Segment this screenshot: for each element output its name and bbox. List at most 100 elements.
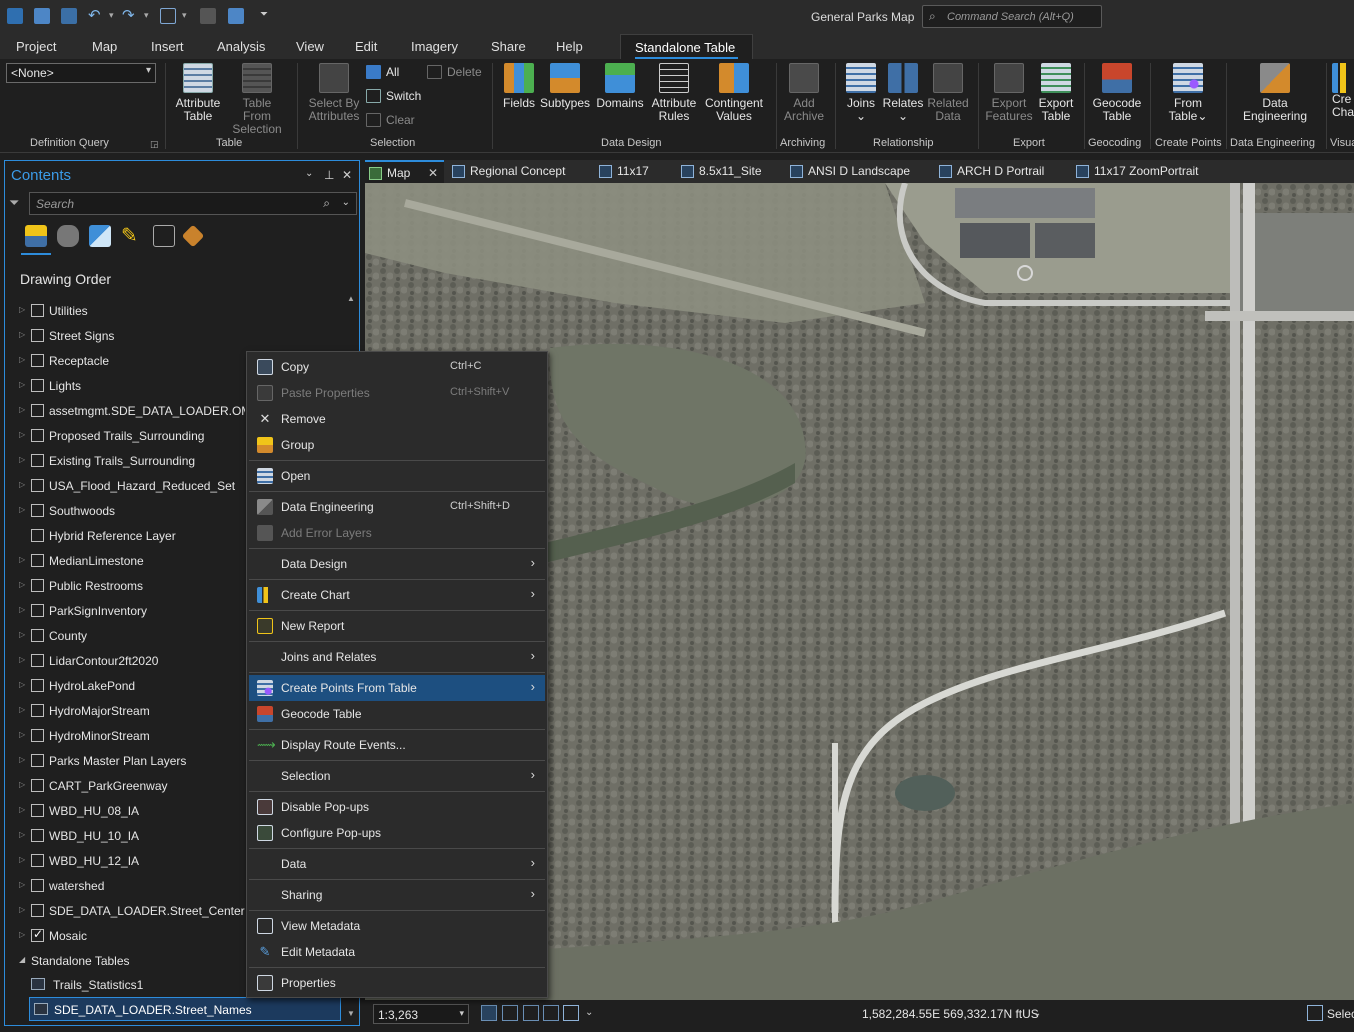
context-menu-item-configure-pop-ups[interactable]: Configure Pop-ups xyxy=(249,820,545,846)
layer-visibility-checkbox[interactable] xyxy=(31,604,44,617)
layer-visibility-checkbox[interactable] xyxy=(31,904,44,917)
layer-visibility-checkbox[interactable] xyxy=(31,579,44,592)
expand-icon[interactable]: ▷ xyxy=(19,380,25,389)
export-table-button[interactable]: Export Table xyxy=(1036,63,1076,123)
snapping-icon[interactable] xyxy=(523,1005,539,1021)
tab-map[interactable]: Map xyxy=(92,39,117,54)
layer-visibility-checkbox[interactable] xyxy=(31,504,44,517)
domains-button[interactable]: Domains xyxy=(594,63,646,110)
context-menu-item-joins-and-relates[interactable]: Joins and Relates › xyxy=(249,644,545,670)
subtypes-button[interactable]: Subtypes xyxy=(540,63,590,110)
relates-button[interactable]: Relates ⌄ xyxy=(882,63,924,123)
expand-icon[interactable]: ▷ xyxy=(19,480,25,489)
expand-icon[interactable]: ▷ xyxy=(19,705,25,714)
grid-icon[interactable] xyxy=(481,1005,497,1021)
view-tab-11x17[interactable]: 11x17 xyxy=(595,160,649,183)
layer-visibility-checkbox[interactable] xyxy=(31,379,44,392)
expand-icon[interactable]: ▷ xyxy=(19,505,25,514)
create-chart-button[interactable]: Cre Cha xyxy=(1332,63,1354,119)
layer-visibility-checkbox[interactable] xyxy=(31,854,44,867)
layer-visibility-checkbox[interactable] xyxy=(31,554,44,567)
context-menu-item-new-report[interactable]: New Report xyxy=(249,613,545,639)
context-menu-item-copy[interactable]: Copy Ctrl+C xyxy=(249,354,545,380)
chevron-down-icon[interactable]: ⌄ xyxy=(585,1007,593,1018)
layer-visibility-checkbox[interactable] xyxy=(31,329,44,342)
pin-icon[interactable]: ⊥ xyxy=(324,168,334,182)
expand-icon[interactable]: ▷ xyxy=(19,755,25,764)
tab-analysis[interactable]: Analysis xyxy=(217,39,265,54)
layer-visibility-checkbox[interactable] xyxy=(31,754,44,767)
expand-icon[interactable]: ▷ xyxy=(19,330,25,339)
save-icon[interactable] xyxy=(61,8,77,24)
list-by-drawing-order-icon[interactable] xyxy=(25,225,47,247)
select-all-button[interactable]: All xyxy=(366,63,399,81)
layer-visibility-checkbox[interactable] xyxy=(31,354,44,367)
tab-standalone-table[interactable]: Standalone Table xyxy=(620,34,753,59)
context-menu-item-view-metadata[interactable]: View Metadata xyxy=(249,913,545,939)
expand-icon[interactable]: ▷ xyxy=(19,855,25,864)
expand-icon[interactable]: ▷ xyxy=(19,805,25,814)
context-menu-item-open[interactable]: Open xyxy=(249,463,545,489)
view-tab-ansi-d-landscape[interactable]: ANSI D Landscape xyxy=(786,160,910,183)
data-engineering-button[interactable]: Data Engineering xyxy=(1240,63,1310,123)
project-icon[interactable] xyxy=(7,8,23,24)
close-icon[interactable]: ✕ xyxy=(428,162,438,185)
tab-help[interactable]: Help xyxy=(556,39,583,54)
table-icon[interactable] xyxy=(502,1005,518,1021)
context-menu-item-data-engineering[interactable]: Data Engineering Ctrl+Shift+D xyxy=(249,494,545,520)
chevron-down-icon[interactable]: ▾ xyxy=(144,10,160,26)
layer-visibility-checkbox[interactable] xyxy=(31,454,44,467)
tab-project[interactable]: Project xyxy=(16,39,56,54)
context-menu-item-remove[interactable]: ✕ Remove xyxy=(249,406,545,432)
layer-visibility-checkbox[interactable] xyxy=(31,829,44,842)
close-icon[interactable]: ✕ xyxy=(342,168,352,182)
expand-icon[interactable]: ▷ xyxy=(19,580,25,589)
list-by-source-icon[interactable] xyxy=(57,225,79,247)
definition-query-select[interactable]: <None> ▾ xyxy=(6,63,156,83)
layer-visibility-checkbox[interactable] xyxy=(31,679,44,692)
context-menu-item-paste-properties[interactable]: Paste Properties Ctrl+Shift+V xyxy=(249,380,545,406)
context-menu-item-create-chart[interactable]: Create Chart › xyxy=(249,582,545,608)
fields-button[interactable]: Fields xyxy=(500,63,538,110)
context-menu-item-edit-metadata[interactable]: ✎ Edit Metadata xyxy=(249,939,545,965)
scale-select[interactable]: 1:3,263 ▾ xyxy=(373,1004,469,1024)
standalone-table-item-selected[interactable]: SDE_DATA_LOADER.Street_Names xyxy=(29,997,341,1021)
context-menu-item-add-error-layers[interactable]: Add Error Layers xyxy=(249,520,545,546)
contents-search-input[interactable]: Search ⌕ ⌄ xyxy=(29,192,357,215)
expand-icon[interactable]: ▷ xyxy=(19,905,25,914)
pane-options-icon[interactable]: ⌄ xyxy=(305,168,313,179)
expand-icon[interactable]: ▷ xyxy=(19,405,25,414)
list-by-selection-icon[interactable] xyxy=(89,225,111,247)
context-menu-item-group[interactable]: Group xyxy=(249,432,545,458)
chevron-down-icon[interactable]: ▾ xyxy=(182,10,198,26)
undo-icon[interactable]: ↶ xyxy=(88,6,104,24)
expand-icon[interactable]: ▷ xyxy=(19,930,25,939)
new-map-icon[interactable] xyxy=(160,8,176,24)
tab-edit[interactable]: Edit xyxy=(355,39,377,54)
selection-icon[interactable] xyxy=(1307,1005,1323,1021)
expand-icon[interactable]: ▷ xyxy=(19,680,25,689)
switch-selection-button[interactable]: Switch xyxy=(366,87,421,105)
layer-visibility-checkbox[interactable] xyxy=(31,927,44,942)
layer-visibility-checkbox[interactable] xyxy=(31,404,44,417)
tab-imagery[interactable]: Imagery xyxy=(411,39,458,54)
layer-item[interactable]: ▷ Street Signs xyxy=(5,324,345,349)
view-tab-8-5x11-site[interactable]: 8.5x11_Site xyxy=(677,160,762,183)
expand-icon[interactable]: ▷ xyxy=(19,880,25,889)
context-menu-item-selection[interactable]: Selection › xyxy=(249,763,545,789)
context-menu-item-geocode-table[interactable]: Geocode Table xyxy=(249,701,545,727)
expand-icon[interactable]: ▷ xyxy=(19,430,25,439)
view-tab-map[interactable]: Map ✕ xyxy=(365,160,444,183)
layer-visibility-checkbox[interactable] xyxy=(31,304,44,317)
export-features-button[interactable]: Export Features xyxy=(984,63,1034,123)
attribute-table-button[interactable]: Attribute Table xyxy=(172,63,224,123)
scroll-down-icon[interactable]: ▼ xyxy=(347,1009,355,1018)
expand-icon[interactable]: ▷ xyxy=(19,605,25,614)
list-by-editing-icon[interactable]: ✎ xyxy=(121,225,143,247)
view-tab-11x17-zoomportrait[interactable]: 11x17 ZoomPortrait xyxy=(1072,160,1199,183)
layer-visibility-checkbox[interactable] xyxy=(31,729,44,742)
layer-visibility-checkbox[interactable] xyxy=(31,529,44,542)
expand-icon[interactable]: ▷ xyxy=(19,305,25,314)
expand-icon[interactable]: ▷ xyxy=(19,455,25,464)
joins-button[interactable]: Joins ⌄ xyxy=(842,63,880,123)
